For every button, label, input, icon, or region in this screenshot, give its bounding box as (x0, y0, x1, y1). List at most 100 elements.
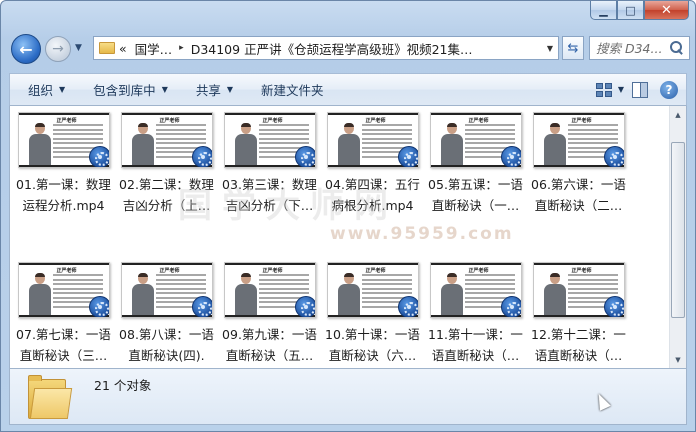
breadcrumb-segment-current[interactable]: D34109 正严讲《仓颉运程学高级班》视频21集… (191, 39, 473, 58)
file-item[interactable]: 正严老师 11.第十一课：一语直断秘诀（… (425, 262, 526, 366)
breadcrumb-overflow[interactable]: « (119, 41, 127, 56)
slide-title: 正严老师 (468, 118, 489, 124)
video-thumbnail: 正严老师 (17, 112, 110, 168)
file-name: 06.第六课：一语直断秘诀（二… (531, 177, 626, 213)
slide-title: 正严老师 (468, 268, 489, 274)
video-thumbnail: 正严老师 (223, 262, 316, 318)
media-player-icon (88, 146, 109, 167)
share-label: 共享 (195, 83, 221, 98)
include-in-library-menu[interactable]: 包含到库中 ▼ (75, 80, 178, 99)
media-player-icon (500, 146, 521, 167)
video-thumbnail: 正严老师 (120, 112, 213, 168)
address-bar[interactable]: « 国学… ▸ D34109 正严讲《仓颉运程学高级班》视频21集… ▼ (93, 36, 559, 60)
breadcrumb-segment-parent[interactable]: 国学… (135, 39, 173, 58)
video-thumbnail: 正严老师 (532, 262, 625, 318)
vertical-scrollbar[interactable]: ▲ ▼ (669, 106, 686, 368)
presenter-image (440, 273, 463, 317)
help-icon[interactable]: ? (660, 80, 678, 99)
slide-title: 正严老师 (365, 268, 386, 274)
organize-label: 组织 (28, 83, 54, 98)
organize-menu[interactable]: 组织 ▼ (10, 80, 75, 99)
slide-title: 正严老师 (159, 118, 180, 124)
item-count: 21 个对象 (94, 378, 152, 393)
presenter-image (234, 123, 257, 167)
chevron-down-icon: ▼ (226, 85, 234, 94)
file-name: 07.第七课：一语直断秘诀（三… (16, 327, 111, 363)
file-item[interactable]: 正严老师 10.第十课：一语直断秘诀（六… (322, 262, 423, 366)
folder-icon (99, 42, 115, 54)
breadcrumb-separator-icon[interactable]: ▸ (179, 43, 184, 53)
presenter-image (28, 273, 51, 317)
details-pane: 21 个对象 (9, 368, 687, 425)
presenter-image (131, 273, 154, 317)
maximize-button[interactable]: □ (617, 1, 644, 20)
presenter-image (543, 123, 566, 167)
search-box[interactable] (589, 36, 690, 60)
file-item[interactable]: 正严老师 05.第五课：一语直断秘诀（一… (425, 112, 526, 216)
file-item[interactable]: 正严老师 12.第十二课：一语直断秘诀（… (528, 262, 629, 366)
file-name: 08.第八课：一语直断秘诀(四).m… (119, 327, 214, 363)
video-thumbnail: 正严老师 (326, 112, 419, 168)
presenter-image (131, 123, 154, 167)
search-icon[interactable] (670, 41, 684, 55)
media-player-icon (191, 296, 212, 317)
refresh-button[interactable]: ⇆ (562, 36, 584, 60)
file-name: 09.第九课：一语直断秘诀（五… (222, 327, 317, 363)
forward-button[interactable]: → (45, 36, 71, 62)
chevron-down-icon: ▼ (161, 85, 168, 94)
command-bar: 组织 ▼ 包含到库中 ▼ 共享 ▼ 新建文件夹 ▼ ? (9, 73, 687, 106)
slide-title: 正严老师 (262, 118, 283, 124)
file-name: 05.第五课：一语直断秘诀（一… (428, 177, 523, 213)
slide-title: 正严老师 (56, 118, 77, 124)
media-player-icon (603, 146, 624, 167)
media-player-icon (500, 296, 521, 317)
file-item[interactable]: 正严老师 07.第七课：一语直断秘诀（三… (13, 262, 114, 366)
presenter-image (28, 123, 51, 167)
video-thumbnail: 正严老师 (429, 112, 522, 168)
presenter-image (337, 123, 360, 167)
watermark-url: www.95959.com (330, 224, 514, 244)
include-in-library-label: 包含到库中 (93, 83, 156, 98)
presenter-image (337, 273, 360, 317)
file-list-view[interactable]: 正严老师 01.第一课：数理运程分析.mp4 正严老师 02.第二课：数理吉凶分析（上… (9, 106, 687, 368)
file-item[interactable]: 正严老师 08.第八课：一语直断秘诀(四).m… (116, 262, 217, 366)
presenter-image (440, 123, 463, 167)
change-view-icon[interactable] (594, 81, 616, 99)
minimize-button[interactable]: ▁ (590, 1, 617, 20)
file-name: 12.第十二课：一语直断秘诀（… (531, 327, 626, 363)
file-name: 01.第一课：数理运程分析.mp4 (16, 177, 111, 213)
media-player-icon (191, 146, 212, 167)
new-folder-button[interactable]: 新建文件夹 (243, 80, 334, 99)
preview-pane-icon[interactable] (632, 81, 648, 98)
video-thumbnail: 正严老师 (120, 262, 213, 318)
video-thumbnail: 正严老师 (17, 262, 110, 318)
video-thumbnail: 正严老师 (326, 262, 419, 318)
search-input[interactable] (590, 40, 668, 56)
scrollbar-thumb[interactable] (671, 142, 685, 318)
command-bar-right: ▼ ? (594, 80, 686, 99)
new-folder-label: 新建文件夹 (261, 83, 324, 98)
share-menu[interactable]: 共享 ▼ (178, 80, 243, 99)
close-button[interactable]: ✕ (644, 1, 689, 20)
slide-title: 正严老师 (56, 268, 77, 274)
file-item[interactable]: 正严老师 01.第一课：数理运程分析.mp4 (13, 112, 114, 216)
explorer-window: ▁ □ ✕ ← → ▼ « 国学… ▸ D34109 正严讲《仓颉运程学高级班》… (0, 0, 696, 432)
media-player-icon (397, 296, 418, 317)
file-item[interactable]: 正严老师 09.第九课：一语直断秘诀（五… (219, 262, 320, 366)
file-item[interactable]: 正严老师 06.第六课：一语直断秘诀（二… (528, 112, 629, 216)
slide-title: 正严老师 (365, 118, 386, 124)
navigation-bar: ← → ▼ « 国学… ▸ D34109 正严讲《仓颉运程学高级班》视频21集…… (9, 31, 690, 67)
view-options-dropdown[interactable]: ▼ (618, 85, 624, 94)
file-name: 10.第十课：一语直断秘诀（六… (325, 327, 420, 363)
file-name: 11.第十一课：一语直断秘诀（… (428, 327, 523, 363)
media-player-icon (294, 146, 315, 167)
slide-title: 正严老师 (262, 268, 283, 274)
address-dropdown-icon[interactable]: ▼ (542, 44, 558, 53)
scroll-down-icon[interactable]: ▼ (670, 351, 686, 368)
media-player-icon (294, 296, 315, 317)
scroll-up-icon[interactable]: ▲ (670, 106, 686, 123)
back-button[interactable]: ← (11, 34, 41, 64)
recent-pages-dropdown[interactable]: ▼ (75, 43, 82, 53)
media-player-icon (88, 296, 109, 317)
video-thumbnail: 正严老师 (223, 112, 316, 168)
